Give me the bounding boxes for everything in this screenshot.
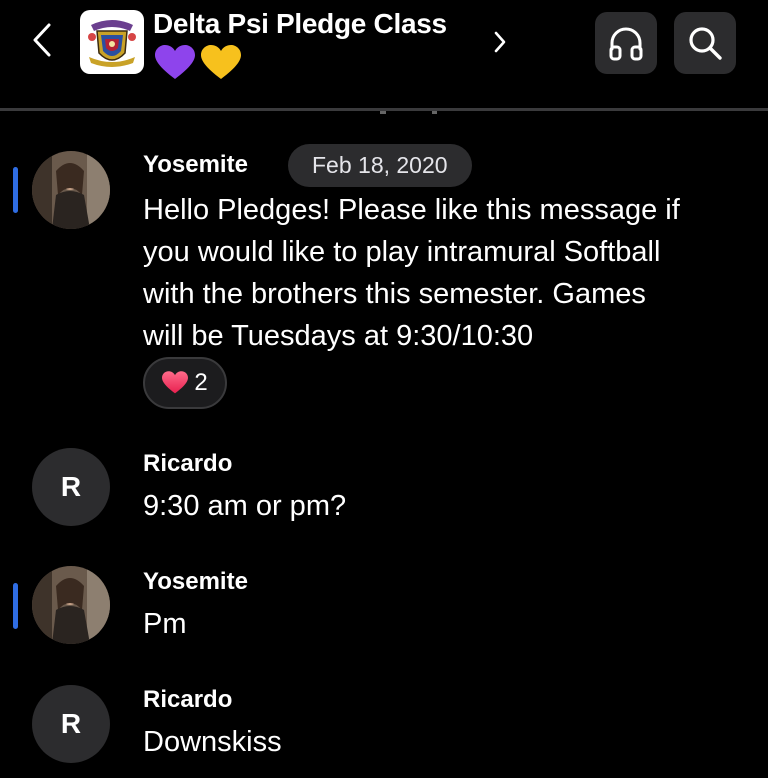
user-photo (32, 151, 110, 229)
chevron-right-icon (494, 31, 506, 53)
sender-name[interactable]: Ricardo (143, 686, 232, 714)
sender-name[interactable]: Ricardo (143, 450, 232, 478)
chevron-left-icon (33, 23, 51, 57)
message-line: will be Tuesdays at 9:30/10:30 (143, 320, 534, 352)
unread-indicator (13, 167, 18, 213)
reaction-chip[interactable]: 2 (143, 357, 227, 409)
yellow-heart-icon (201, 45, 241, 79)
search-icon (689, 27, 722, 60)
message-line: Hello Pledges! Please like this message … (143, 194, 680, 226)
back-button[interactable] (24, 18, 60, 62)
message-line: with the brothers this semester. Games (143, 278, 646, 310)
unread-indicator (13, 583, 18, 629)
purple-heart-icon (155, 45, 195, 79)
user-photo (32, 566, 110, 644)
chat-title[interactable]: Delta Psi Pledge Class (153, 8, 447, 40)
group-avatar[interactable] (80, 10, 144, 74)
message-text: 9:30 am or pm? (143, 490, 347, 522)
avatar[interactable] (32, 151, 110, 229)
message-text: Downskiss (143, 726, 282, 758)
sender-name[interactable]: Yosemite (143, 151, 248, 179)
search-button[interactable] (674, 12, 736, 74)
crest-icon (88, 20, 136, 67)
message-text: Pm (143, 608, 187, 640)
headphones-icon (609, 27, 643, 61)
avatar[interactable] (32, 566, 110, 644)
scroll-peek-mark (380, 111, 437, 114)
heart-icon (162, 371, 189, 394)
reaction-count: 2 (194, 369, 208, 396)
avatar[interactable]: R (32, 448, 110, 526)
voice-channel-button[interactable] (595, 12, 657, 74)
chat-header: Delta Psi Pledge Class (0, 0, 768, 110)
message-text: Hello Pledges! Please like this message … (143, 189, 743, 357)
avatar[interactable]: R (32, 685, 110, 763)
message-line: you would like to play intramural Softba… (143, 236, 661, 268)
date-badge: Feb 18, 2020 (288, 144, 472, 187)
title-emojis (155, 45, 241, 81)
sender-name[interactable]: Yosemite (143, 568, 248, 596)
chat-details-chevron[interactable] (488, 26, 512, 58)
